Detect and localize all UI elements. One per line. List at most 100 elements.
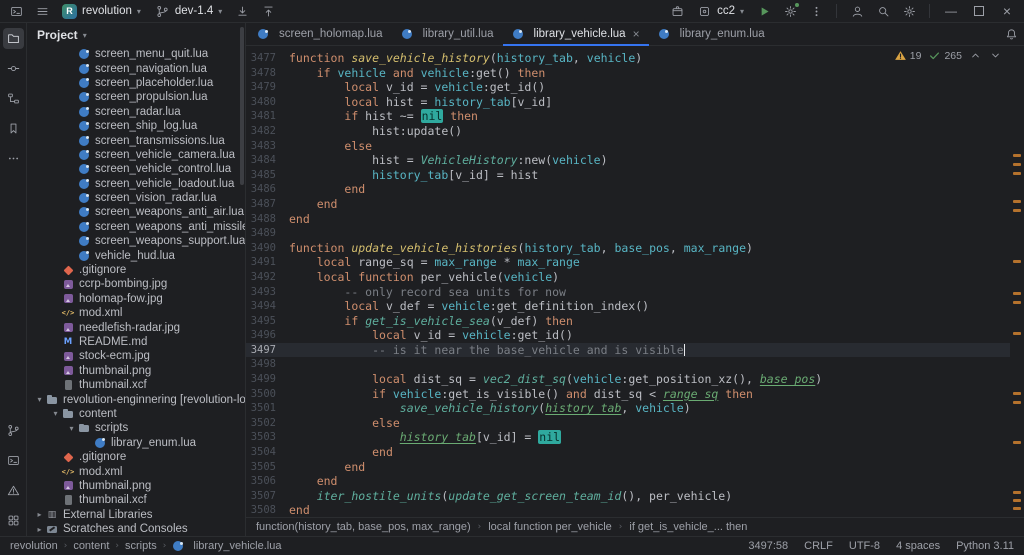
line-number[interactable]: 3504 bbox=[246, 445, 289, 460]
breadcrumb-item[interactable]: function(history_tab, base_pos, max_rang… bbox=[256, 521, 471, 533]
line-number[interactable]: 3488 bbox=[246, 212, 289, 227]
breadcrumb-item[interactable]: local function per_vehicle bbox=[488, 521, 612, 533]
code-line[interactable]: 3491 local range_sq = max_range * max_ra… bbox=[246, 255, 1010, 270]
line-number[interactable]: 3486 bbox=[246, 182, 289, 197]
commit-toolwindow-icon[interactable] bbox=[3, 58, 24, 79]
tree-item[interactable]: screen_vision_radar.lua bbox=[27, 191, 245, 205]
vcs-update-icon[interactable] bbox=[230, 1, 254, 21]
tree-item[interactable]: holomap-fow.jpg bbox=[27, 292, 245, 306]
code-line[interactable]: 3489 bbox=[246, 226, 1010, 241]
code-line[interactable]: 3479 local v_id = vehicle:get_id() bbox=[246, 80, 1010, 95]
line-number[interactable]: 3494 bbox=[246, 299, 289, 314]
code-line[interactable]: 3487 end bbox=[246, 197, 1010, 212]
run-config-widget[interactable]: cc2 ▾ bbox=[691, 0, 750, 23]
tree-item[interactable]: stock-ecm.jpg bbox=[27, 349, 245, 363]
line-number[interactable]: 3479 bbox=[246, 80, 289, 95]
line-number[interactable]: 3500 bbox=[246, 387, 289, 402]
chevron-right-icon[interactable]: ▸ bbox=[33, 525, 46, 534]
code-line[interactable]: 3498 bbox=[246, 357, 1010, 372]
line-number[interactable]: 3498 bbox=[246, 357, 289, 372]
tree-item[interactable]: thumbnail.png bbox=[27, 364, 245, 378]
tree-item[interactable]: </>mod.xml bbox=[27, 464, 245, 478]
tree-item[interactable]: .gitignore bbox=[27, 263, 245, 277]
nav-item[interactable]: scripts bbox=[125, 540, 157, 552]
tree-item[interactable]: screen_vehicle_control.lua bbox=[27, 162, 245, 176]
vcs-push-icon[interactable] bbox=[256, 1, 280, 21]
line-number[interactable]: 3484 bbox=[246, 153, 289, 168]
code-line[interactable]: 3497 -- is it near the base_vehicle and … bbox=[246, 343, 1010, 358]
line-number[interactable]: 3497 bbox=[246, 343, 289, 358]
tree-item[interactable]: screen_menu_quit.lua bbox=[27, 47, 245, 61]
code-line[interactable]: 3505 end bbox=[246, 460, 1010, 475]
code-line[interactable]: 3481 if hist ~= nil then bbox=[246, 109, 1010, 124]
tree-item[interactable]: library_enum.lua bbox=[27, 436, 245, 450]
bookmarks-toolwindow-icon[interactable] bbox=[3, 118, 24, 139]
code-editor[interactable]: 3477function save_vehicle_history(histor… bbox=[246, 46, 1024, 517]
tree-item[interactable]: needlefish-radar.jpg bbox=[27, 320, 245, 334]
project-panel-header[interactable]: Project ▾ bbox=[27, 23, 245, 47]
close-tab-icon[interactable]: × bbox=[633, 28, 640, 40]
tab-library-enum-lua[interactable]: library_enum.lua bbox=[649, 23, 774, 45]
chevron-down-icon[interactable]: ▾ bbox=[33, 395, 46, 404]
code-line[interactable]: 3494 local v_def = vehicle:get_definitio… bbox=[246, 299, 1010, 314]
tree-item[interactable]: screen_propulsion.lua bbox=[27, 90, 245, 104]
tree-item[interactable]: vehicle_hud.lua bbox=[27, 248, 245, 262]
caret-position-widget[interactable]: 3497:58 bbox=[748, 540, 788, 552]
line-separator-widget[interactable]: CRLF bbox=[804, 540, 833, 552]
tree-item[interactable]: screen_ship_log.lua bbox=[27, 119, 245, 133]
code-line[interactable]: 3484 hist = VehicleHistory:new(vehicle) bbox=[246, 153, 1010, 168]
tree-item[interactable]: screen_placeholder.lua bbox=[27, 76, 245, 90]
app-logo-icon[interactable] bbox=[4, 1, 28, 21]
code-line[interactable]: 3482 hist:update() bbox=[246, 124, 1010, 139]
main-menu-icon[interactable] bbox=[30, 1, 54, 21]
tree-item[interactable]: screen_vehicle_loadout.lua bbox=[27, 177, 245, 191]
line-number[interactable]: 3506 bbox=[246, 474, 289, 489]
code-line[interactable]: 3499 local dist_sq = vec2_dist_sq(vehicl… bbox=[246, 372, 1010, 387]
settings-gear-icon[interactable] bbox=[897, 1, 921, 21]
nav-item[interactable]: library_vehicle.lua bbox=[193, 540, 281, 552]
line-number[interactable]: 3507 bbox=[246, 489, 289, 504]
maximize-button[interactable] bbox=[966, 0, 992, 22]
tree-item[interactable]: screen_radar.lua bbox=[27, 105, 245, 119]
tree-item[interactable]: thumbnail.xcf bbox=[27, 493, 245, 507]
breadcrumb-item[interactable]: if get_is_vehicle_... then bbox=[629, 521, 747, 533]
project-scrollbar[interactable] bbox=[240, 27, 244, 185]
nav-item[interactable]: revolution bbox=[10, 540, 58, 552]
next-problem-icon[interactable] bbox=[989, 49, 1002, 62]
tree-item[interactable]: screen_weapons_support.lua bbox=[27, 234, 245, 248]
tree-item[interactable]: screen_vehicle_camera.lua bbox=[27, 148, 245, 162]
services-gear-icon[interactable] bbox=[778, 1, 802, 21]
more-toolwindow-icon[interactable] bbox=[3, 148, 24, 169]
tab-screen-holomap-lua[interactable]: screen_holomap.lua bbox=[248, 23, 392, 45]
tab-library-vehicle-lua[interactable]: library_vehicle.lua× bbox=[503, 23, 649, 45]
line-number[interactable]: 3483 bbox=[246, 139, 289, 154]
error-stripe-scrollbar[interactable] bbox=[1010, 46, 1024, 517]
tree-item[interactable]: MREADME.md bbox=[27, 335, 245, 349]
line-number[interactable]: 3482 bbox=[246, 124, 289, 139]
project-widget[interactable]: R revolution ▾ bbox=[56, 2, 147, 21]
user-icon[interactable] bbox=[845, 1, 869, 21]
line-number[interactable]: 3485 bbox=[246, 168, 289, 183]
line-number[interactable]: 3503 bbox=[246, 430, 289, 445]
tree-item[interactable]: thumbnail.png bbox=[27, 479, 245, 493]
build-icon[interactable] bbox=[665, 1, 689, 21]
chevron-right-icon[interactable]: ▸ bbox=[33, 510, 46, 519]
code-line[interactable]: 3478 if vehicle and vehicle:get() then bbox=[246, 66, 1010, 81]
tree-item[interactable]: </>mod.xml bbox=[27, 306, 245, 320]
tree-item[interactable]: screen_transmissions.lua bbox=[27, 133, 245, 147]
code-line[interactable]: 3502 else bbox=[246, 416, 1010, 431]
line-number[interactable]: 3489 bbox=[246, 226, 289, 241]
close-button[interactable]: × bbox=[994, 0, 1020, 22]
line-number[interactable]: 3490 bbox=[246, 241, 289, 256]
tree-item[interactable]: ▾revolution-enginnering [revolution-load… bbox=[27, 392, 245, 406]
line-number[interactable]: 3505 bbox=[246, 460, 289, 475]
line-number[interactable]: 3478 bbox=[246, 66, 289, 81]
tree-item[interactable]: screen_weapons_anti_air.lua bbox=[27, 205, 245, 219]
code-line[interactable]: 3501 save_vehicle_history(history_tab, v… bbox=[246, 401, 1010, 416]
tree-item[interactable]: .gitignore bbox=[27, 450, 245, 464]
tree-item[interactable]: ▸▥External Libraries bbox=[27, 508, 245, 522]
tree-item[interactable]: screen_weapons_anti_missile.lua bbox=[27, 220, 245, 234]
line-number[interactable]: 3502 bbox=[246, 416, 289, 431]
tree-item[interactable]: ▾content bbox=[27, 407, 245, 421]
run-button[interactable] bbox=[752, 1, 776, 21]
